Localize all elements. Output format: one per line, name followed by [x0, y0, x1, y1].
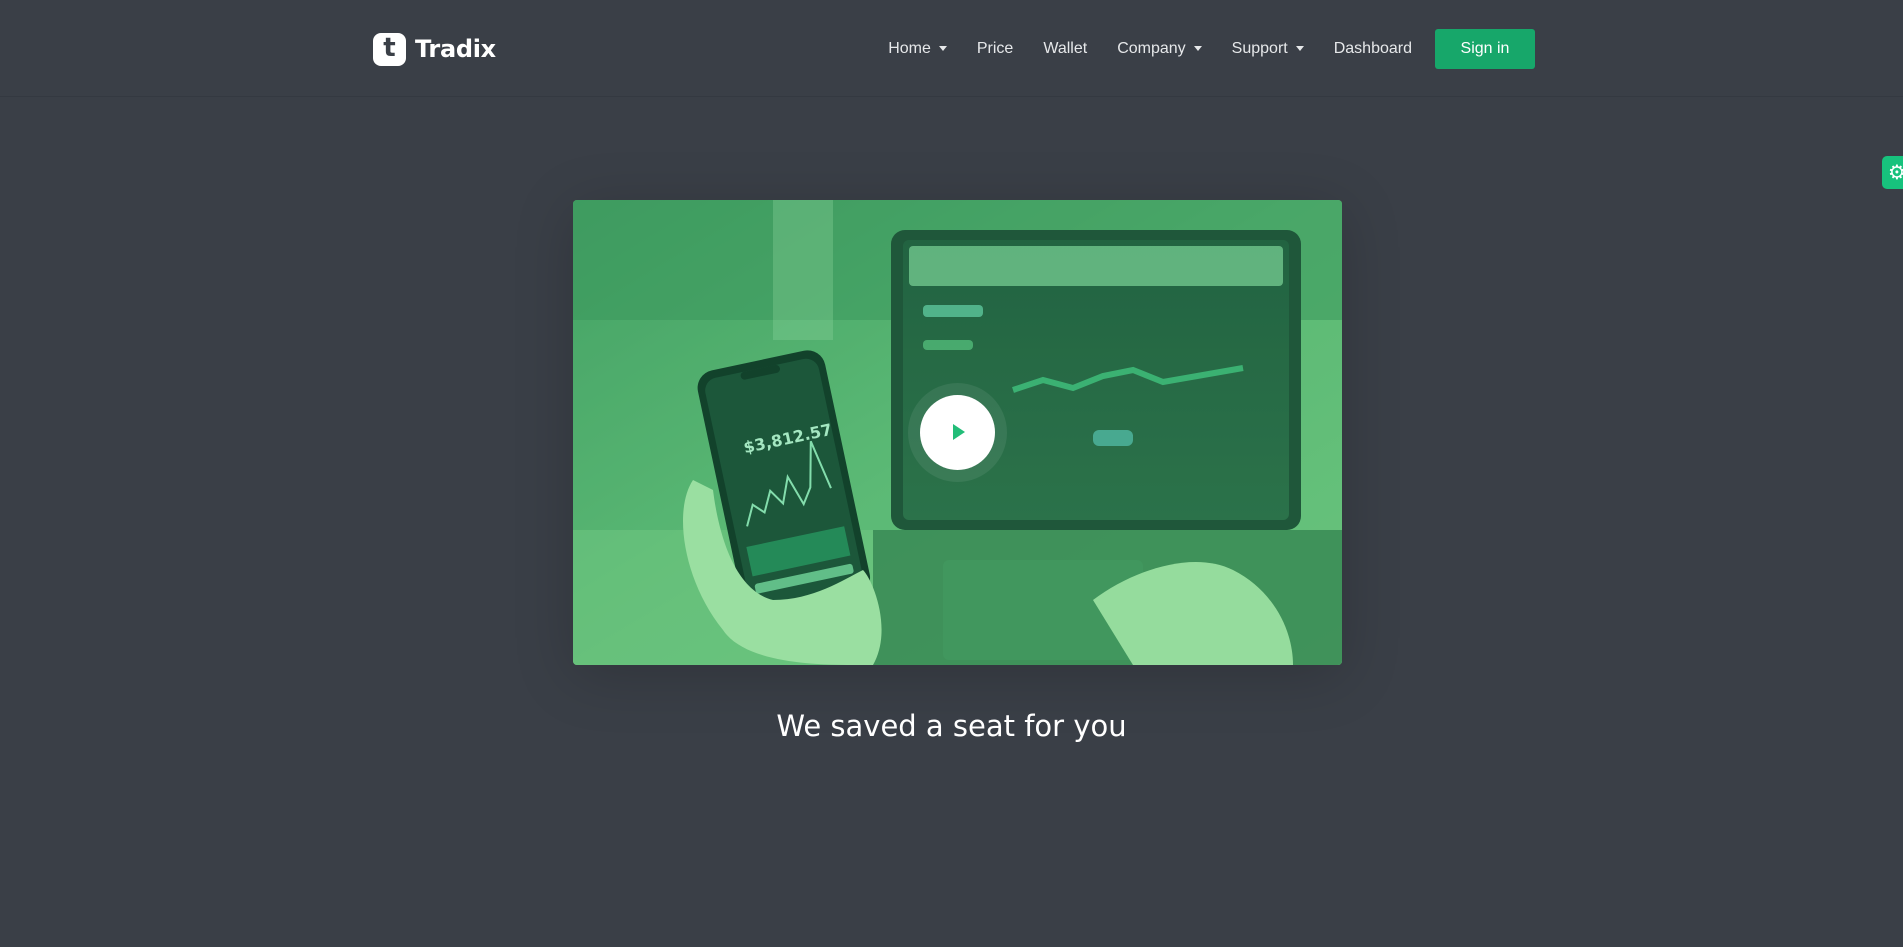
- sign-in-button[interactable]: Sign in: [1435, 29, 1535, 69]
- settings-toggle[interactable]: ⚙: [1882, 156, 1903, 189]
- brand-mark-icon: t: [373, 32, 406, 66]
- nav-item-dashboard[interactable]: Dashboard: [1334, 40, 1412, 58]
- nav-item-wallet[interactable]: Wallet: [1043, 40, 1087, 58]
- main-nav: Home Price Wallet Company Support Dashbo…: [888, 29, 1535, 69]
- top-navbar: t Tradix Home Price Wallet Company Suppo…: [0, 0, 1903, 97]
- video-thumbnail[interactable]: $3,812.57: [573, 200, 1342, 665]
- chevron-down-icon: [1193, 45, 1202, 51]
- nav-item-company[interactable]: Company: [1117, 40, 1202, 58]
- chevron-down-icon: [938, 45, 947, 51]
- gear-icon: ⚙: [1888, 160, 1903, 184]
- chevron-down-icon: [1295, 45, 1304, 51]
- brand-name: Tradix: [415, 35, 496, 63]
- nav-item-home[interactable]: Home: [888, 40, 947, 58]
- section-headline: We saved a seat for you: [776, 709, 1127, 743]
- brand-logo[interactable]: t Tradix: [373, 32, 496, 66]
- nav-item-price[interactable]: Price: [977, 40, 1013, 58]
- play-button[interactable]: [920, 395, 995, 470]
- nav-item-support[interactable]: Support: [1232, 40, 1304, 58]
